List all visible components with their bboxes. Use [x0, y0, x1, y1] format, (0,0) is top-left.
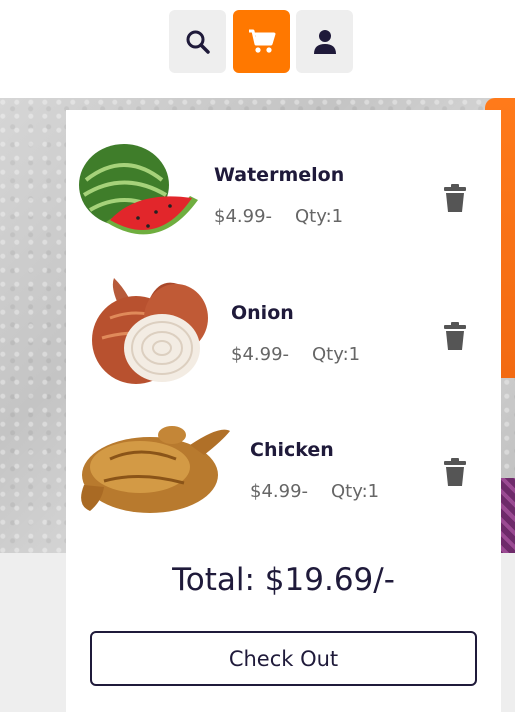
item-quantity: Qty:1 [295, 206, 344, 227]
search-button[interactable] [169, 10, 226, 73]
trash-icon[interactable] [443, 322, 467, 350]
roast-chicken-image [81, 426, 230, 513]
user-button[interactable] [296, 10, 353, 73]
header [0, 0, 515, 98]
item-name: Onion [231, 302, 294, 324]
cart-icon [248, 29, 275, 53]
trash-icon[interactable] [443, 458, 467, 486]
trash-icon[interactable] [443, 184, 467, 212]
watermelon-image [79, 144, 198, 235]
search-icon [186, 30, 210, 54]
cart-item: Watermelon $4.99- Qty:1 [66, 140, 501, 270]
cart-button[interactable] [233, 10, 290, 73]
cart-item: Onion $4.99- Qty:1 [66, 278, 501, 408]
user-icon [313, 29, 336, 54]
item-quantity: Qty:1 [312, 344, 361, 365]
cart-item: Chicken $4.99- Qty:1 [66, 415, 501, 545]
cart-panel: Watermelon $4.99- Qty:1 Onion $4.99- Qty… [66, 110, 501, 712]
item-name: Chicken [250, 439, 334, 461]
checkout-button[interactable]: Check Out [90, 631, 477, 686]
item-price: $4.99- [231, 344, 290, 365]
item-price: $4.99- [250, 481, 309, 502]
item-quantity: Qty:1 [331, 481, 380, 502]
item-price: $4.99- [214, 206, 273, 227]
onion-image [92, 278, 208, 384]
cart-total: Total: $19.69/- [172, 562, 395, 598]
item-name: Watermelon [214, 164, 345, 186]
